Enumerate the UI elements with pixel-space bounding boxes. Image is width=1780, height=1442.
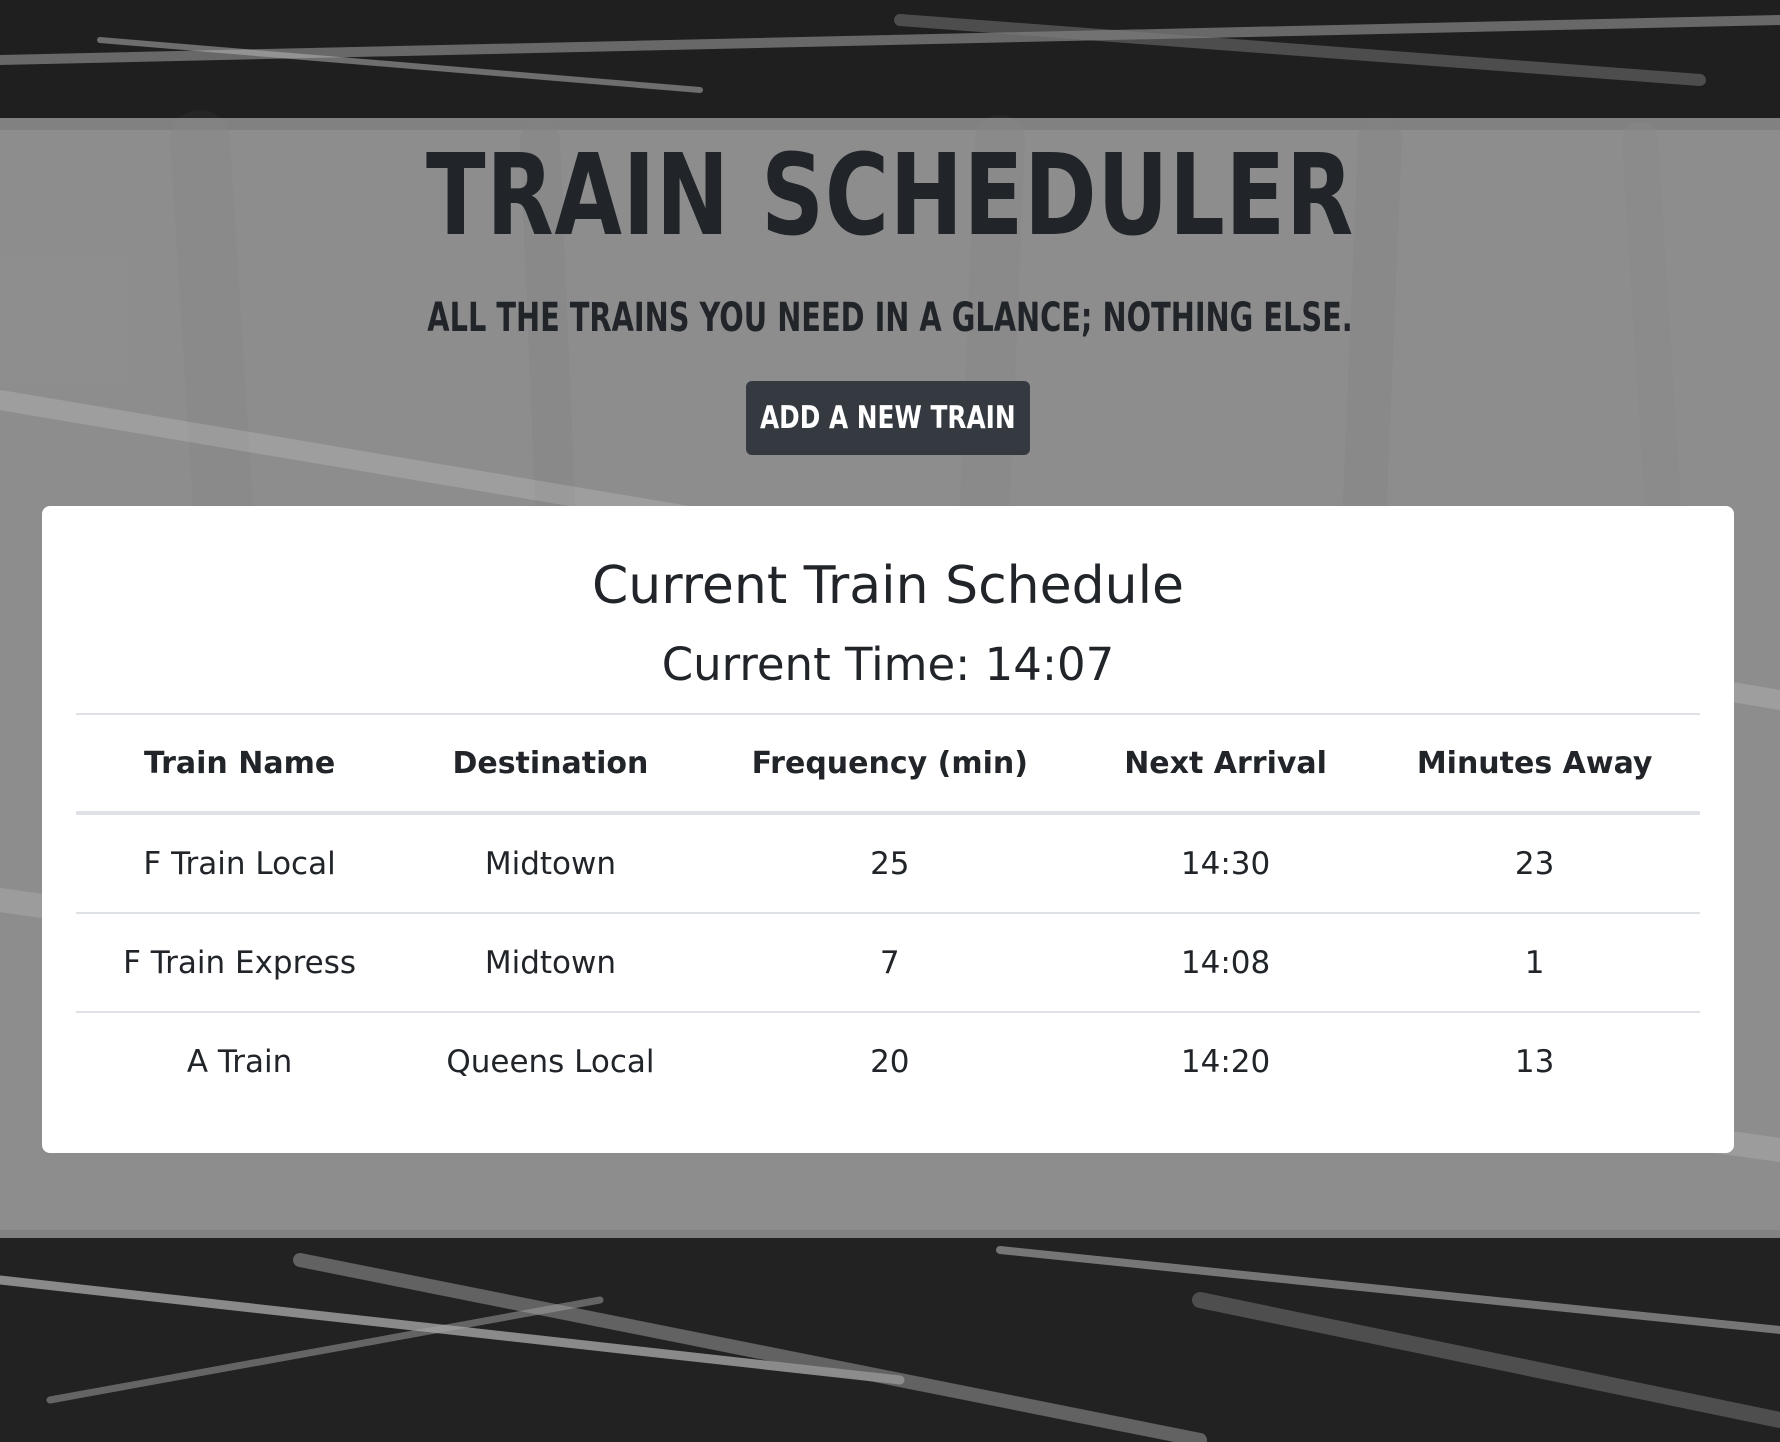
table-header-row: Train Name Destination Frequency (min) N… (76, 713, 1700, 815)
column-header-frequency: Frequency (min) (697, 713, 1082, 815)
cell-destination: Midtown (403, 913, 698, 1013)
cell-destination: Queens Local (446, 1043, 655, 1080)
column-header-train-name: Train Name (76, 713, 404, 815)
table-row: F Train Local Midtown 25 14:30 23 (76, 813, 1700, 914)
schedule-card: Current Train Schedule Current Time: 14:… (42, 506, 1734, 1153)
table-row: F Train Express Midtown 7 14:08 1 (76, 913, 1700, 1013)
cell-frequency: 20 (870, 1043, 910, 1080)
cell-minutes-away: 1 (1369, 913, 1700, 1013)
current-time: Current Time: 14:07 (661, 638, 1115, 691)
cell-frequency: 25 (697, 813, 1082, 914)
page-title: TRAIN SCHEDULER (425, 131, 1355, 261)
add-new-train-button-label: ADD A NEW TRAIN (760, 400, 1016, 436)
cell-next-arrival: 14:30 (1081, 813, 1370, 914)
schedule-table: Train Name Destination Frequency (min) N… (76, 713, 1700, 1110)
cell-train-name: A Train (186, 1043, 293, 1080)
cell-minutes-away: 23 (1369, 813, 1700, 914)
cell-train-name: F Train Express (76, 913, 404, 1013)
add-new-train-button[interactable]: ADD A NEW TRAIN (746, 381, 1030, 455)
column-header-next-arrival: Next Arrival (1081, 713, 1370, 815)
table-row: A Train Queens Local 20 14:20 13 (76, 1012, 1700, 1110)
schedule-title: Current Train Schedule (591, 556, 1185, 616)
cell-minutes-away: 13 (1514, 1043, 1555, 1080)
cell-train-name: F Train Local (76, 813, 404, 914)
cell-frequency: 7 (697, 913, 1082, 1013)
column-header-destination: Destination (403, 713, 698, 815)
cell-next-arrival: 14:08 (1081, 913, 1370, 1013)
cell-destination: Midtown (403, 813, 698, 914)
cell-next-arrival: 14:20 (1180, 1043, 1271, 1080)
column-header-minutes-away: Minutes Away (1369, 713, 1700, 815)
page-subtitle: ALL THE TRAINS YOU NEED IN A GLANCE; NOT… (427, 295, 1353, 341)
